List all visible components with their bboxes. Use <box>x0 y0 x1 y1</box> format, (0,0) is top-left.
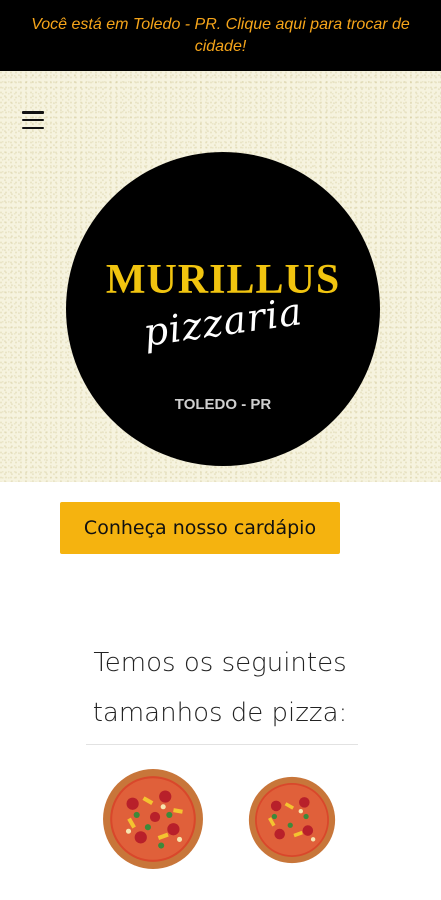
hero-banner: MURILLUS pizzaria TOLEDO - PR <box>0 71 441 482</box>
logo-city: TOLEDO - PR <box>174 396 272 413</box>
pizza-sizes-heading-line2: tamanhos de pizza: <box>92 698 348 728</box>
view-menu-button[interactable]: Conheça nosso cardápio <box>60 502 340 554</box>
brand-logo: MURILLUS pizzaria TOLEDO - PR <box>66 152 380 466</box>
pizza-sizes-heading: Temos os seguintes tamanhos de pizza: <box>40 638 400 738</box>
section-divider <box>86 744 358 745</box>
pizza-sizes-heading-line1: Temos os seguintes <box>93 648 347 678</box>
city-selector-bar[interactable]: Você está em Toledo - PR. Clique aqui pa… <box>0 0 441 71</box>
pizza-medium-image <box>248 776 336 864</box>
pizza-large-image <box>102 768 204 870</box>
hamburger-menu-icon[interactable] <box>22 111 44 129</box>
city-selector-text[interactable]: Você está em Toledo - PR. Clique aqui pa… <box>8 14 433 58</box>
